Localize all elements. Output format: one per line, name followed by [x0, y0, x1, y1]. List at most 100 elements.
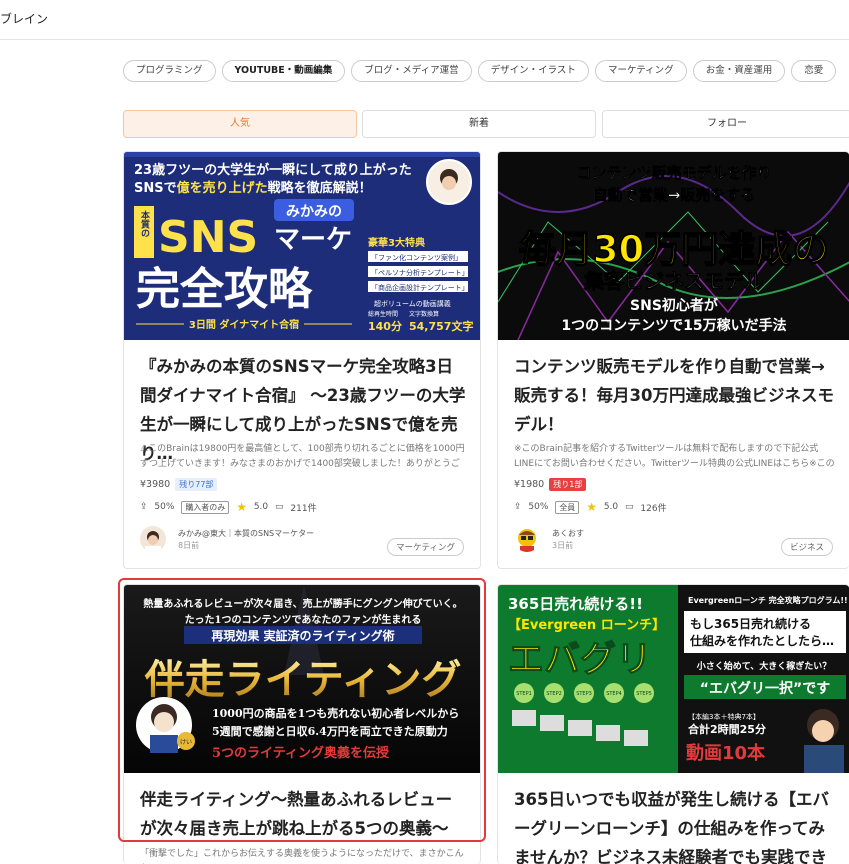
svg-text:マーケ: マーケ [274, 225, 352, 255]
svg-text:みかみの: みかみの [286, 204, 342, 220]
review-count: 126件 [640, 503, 667, 514]
article-card[interactable]: コンテンツ販売モデルを作り 自動で営業→販売をする 毎月30万円達成の 集客ビジ… [497, 151, 849, 569]
category-tag[interactable]: ビジネス [780, 538, 833, 556]
avatar[interactable] [514, 526, 540, 552]
card-title[interactable]: 伴走ライティング～熱量あふれるレビューが次々届き売上が跳ね上がる5つの奥義～ [140, 785, 466, 843]
share-icon: ⇪ [140, 502, 148, 512]
affiliate-scope-badge: 購入者のみ [181, 500, 230, 514]
svg-text:コンテンツ販売モデルを作り: コンテンツ販売モデルを作り [576, 164, 771, 182]
share-icon: ⇪ [514, 502, 522, 512]
star-icon: ★ [586, 500, 597, 514]
card-title[interactable]: 365日いつでも収益が発生し続ける【エバーグリーンローンチ】の仕組みを作ってみま… [514, 785, 835, 864]
affiliate-rate: 50% [154, 502, 175, 512]
svg-text:1000円の商品を1つも売れない初心者レベルから: 1000円の商品を1つも売れない初心者レベルから [212, 706, 459, 720]
svg-text:Evergreenローンチ 完全攻略プログラム!!: Evergreenローンチ 完全攻略プログラム!! [688, 595, 848, 605]
category-bar: プログラミング YOUTUBE・動画編集 ブログ・メディア運営 デザイン・イラスト マー… [123, 60, 849, 84]
card-description: ⚠このBrainは19800円を最高値として、100部売り切れるごとに価格を10… [140, 444, 465, 469]
tab-follow[interactable]: フォロー [602, 110, 849, 138]
svg-text:STEP4: STEP4 [606, 691, 622, 697]
affiliate-scope-badge: 全員 [555, 500, 580, 514]
svg-text:小さく始めて、大きく稼ぎたい？: 小さく始めて、大きく稼ぎたい？ [696, 660, 832, 672]
review-count: 211件 [290, 503, 317, 514]
svg-text:365日売れ続ける!!: 365日売れ続ける!! [508, 595, 643, 613]
thumbnail-image: 23歳フツーの大学生が一瞬にして成り上がった SNSで億を売り上げた戦略を徹底解… [124, 152, 480, 340]
svg-text:豪華3大特典: 豪華3大特典 [368, 236, 425, 249]
article-card[interactable]: 365日売れ続ける!! 【Evergreen ローンチ】 エバグリ STEP1 … [497, 584, 849, 864]
comment-icon: ▭ [625, 502, 634, 512]
svg-text:再現効果 実証済のライティング術: 再現効果 実証済のライティング術 [211, 628, 394, 643]
category-chip-blog[interactable]: ブログ・メディア運営 [351, 60, 472, 82]
svg-text:自動で営業→販売をする: 自動で営業→販売をする [593, 186, 756, 204]
svg-text:5週間で感謝と日収6.4万円を両立できた原動力: 5週間で感謝と日収6.4万円を両立できた原動力 [212, 724, 448, 738]
card-title[interactable]: コンテンツ販売モデルを作り自動で営業→販売する！毎月30万円達成最強ビジネスモデ… [514, 352, 835, 439]
thumbnail-image: 365日売れ続ける!! 【Evergreen ローンチ】 エバグリ STEP1 … [498, 585, 849, 773]
card-thumbnail[interactable]: 熱量あふれるレビューが次々届き、売上が勝手にグングン伸びていく。 たった1つのコ… [124, 585, 480, 773]
author-name[interactable]: みかみ@東大｜本質のSNSマーケター [178, 528, 314, 539]
category-chip-money[interactable]: お金・資産運用 [692, 60, 786, 82]
svg-text:「ファン化コンテンツ案例」: 「ファン化コンテンツ案例」 [371, 253, 462, 262]
card-stats-row: ⇪ 50% 購入者のみ ★ 5.0 ▭ 211件 [140, 500, 321, 516]
remaining-badge: 残り77部 [175, 478, 218, 491]
category-chip-marketing[interactable]: マーケティング [594, 60, 687, 82]
category-chip-love[interactable]: 恋愛 [791, 60, 837, 82]
svg-text:5つのライティング奥義を伝授: 5つのライティング奥義を伝授 [212, 745, 390, 761]
remaining-badge: 残り1部 [549, 478, 587, 491]
thumb-headline: 23歳フツーの大学生が一瞬にして成り上がった [134, 162, 412, 178]
svg-text:集客ビジネスモデル: 集客ビジネスモデル [583, 269, 764, 293]
category-chip-design[interactable]: デザイン・イラスト [477, 60, 589, 82]
sort-tabs: 人気 新着 フォロー [123, 110, 849, 138]
svg-text:【Evergreen ローンチ】: 【Evergreen ローンチ】 [508, 617, 665, 633]
author-name[interactable]: あくおす [552, 528, 584, 539]
svg-text:「商品企画設計テンプレート」: 「商品企画設計テンプレート」 [371, 283, 469, 292]
post-date: 3日前 [552, 541, 574, 550]
card-thumbnail[interactable]: コンテンツ販売モデルを作り 自動で営業→販売をする 毎月30万円達成の 集客ビジ… [498, 152, 849, 340]
svg-text:本質の: 本質の [139, 209, 150, 237]
affiliate-rate: 50% [528, 502, 549, 512]
svg-text:SNS初心者が: SNS初心者が [630, 297, 719, 314]
article-card[interactable]: 23歳フツーの大学生が一瞬にして成り上がった SNSで億を売り上げた戦略を徹底解… [123, 151, 481, 569]
tab-new[interactable]: 新着 [362, 110, 596, 138]
thumbnail-image: 熱量あふれるレビューが次々届き、売上が勝手にグングン伸びていく。 たった1つのコ… [124, 585, 480, 773]
category-chip-programming[interactable]: プログラミング [123, 60, 216, 82]
card-description: ※このBrain記事を紹介するTwitterツールは無料で配布しますので下記公式… [514, 444, 835, 469]
svg-text:140分: 140分 [368, 319, 402, 333]
svg-text:3日間 ダイナマイト合宿: 3日間 ダイナマイト合宿 [189, 318, 299, 331]
rating-value: 5.0 [253, 502, 269, 512]
svg-text:総再生時間: 総再生時間 [368, 310, 398, 318]
svg-text:1つのコンテンツで15万稼いだ手法: 1つのコンテンツで15万稼いだ手法 [561, 317, 786, 334]
svg-text:STEP1: STEP1 [516, 691, 532, 697]
svg-text:エバグリ: エバグリ [508, 639, 652, 680]
card-description: 「衝撃でした」これからお伝えする奥義を使うようになっただけで、まさかこんな [140, 849, 464, 859]
svg-text:仕組みを作れたとしたら…: 仕組みを作れたとしたら… [689, 633, 834, 648]
svg-text:たった1つのコンテンツであなたのファンが生まれる: たった1つのコンテンツであなたのファンが生まれる [185, 613, 422, 626]
svg-text:熱量あふれるレビューが次々届き、売上が勝手にグングン伸びてい: 熱量あふれるレビューが次々届き、売上が勝手にグングン伸びていく。 [143, 597, 462, 610]
article-card[interactable]: 熱量あふれるレビューが次々届き、売上が勝手にグングン伸びていく。 たった1つのコ… [123, 584, 481, 864]
tab-popular[interactable]: 人気 [123, 110, 357, 138]
svg-text:超ボリュームの動画講義: 超ボリュームの動画講義 [374, 299, 451, 308]
svg-text:SNSで億を売り上げた戦略を徹底解説！: SNSで億を売り上げた戦略を徹底解説！ [134, 180, 372, 196]
category-tag[interactable]: マーケティング [387, 538, 464, 556]
star-icon: ★ [236, 500, 247, 514]
svg-text:伴走ライティング: 伴走ライティング [144, 656, 462, 703]
comment-icon: ▭ [275, 502, 284, 512]
svg-text:けい: けい [180, 739, 192, 746]
svg-text:完全攻略: 完全攻略 [136, 264, 313, 315]
avatar[interactable] [140, 526, 166, 552]
rating-value: 5.0 [603, 502, 619, 512]
svg-text:【本編3本＋特典7本】: 【本編3本＋特典7本】 [688, 712, 760, 721]
svg-text:「ペルソナ分析テンプレート」: 「ペルソナ分析テンプレート」 [371, 268, 469, 277]
svg-text:動画10本: 動画10本 [686, 742, 765, 764]
card-thumbnail[interactable]: 23歳フツーの大学生が一瞬にして成り上がった SNSで億を売り上げた戦略を徹底解… [124, 152, 480, 340]
brand-logo[interactable]: ブレイン [0, 10, 48, 27]
thumb-big-sns: SNS [158, 212, 258, 263]
post-date: 8日前 [178, 541, 200, 550]
card-thumbnail[interactable]: 365日売れ続ける!! 【Evergreen ローンチ】 エバグリ STEP1 … [498, 585, 849, 773]
price: ¥3980 [140, 479, 171, 490]
category-chip-youtube[interactable]: YOUTUBE・動画編集 [221, 60, 346, 82]
svg-text:文字数換算: 文字数換算 [409, 310, 439, 318]
card-price-row: ¥1980 残り1部 [514, 478, 587, 492]
svg-text:毎月30万円達成の: 毎月30万円達成の [519, 228, 830, 271]
svg-text:STEP2: STEP2 [546, 691, 562, 697]
svg-text:STEP3: STEP3 [576, 691, 592, 697]
svg-text:合計2時間25分: 合計2時間25分 [688, 722, 766, 736]
